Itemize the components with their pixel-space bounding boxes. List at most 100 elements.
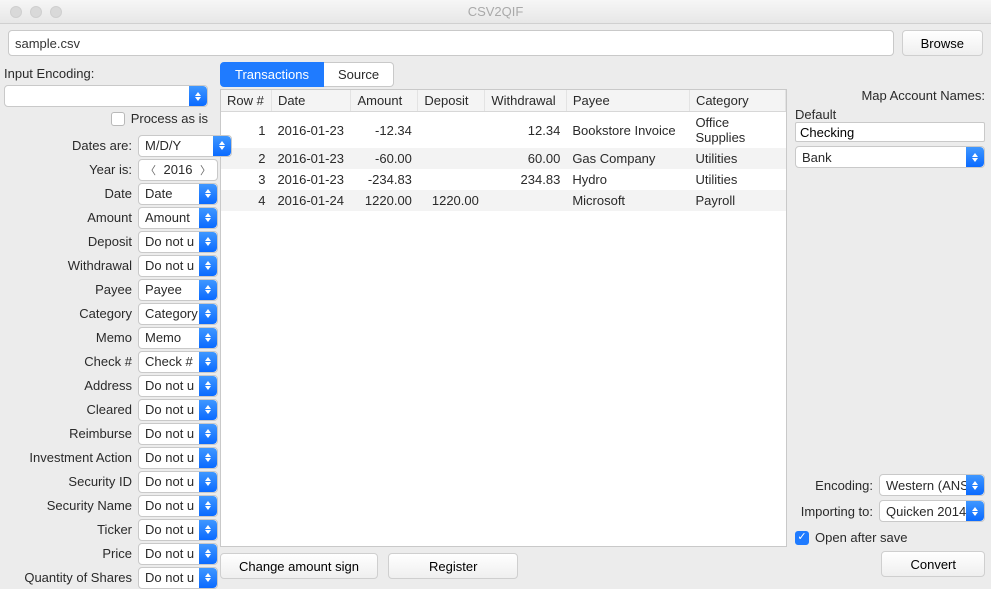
field-label: Address (4, 378, 132, 393)
field-select-withdrawal[interactable]: Do not u (138, 255, 218, 277)
col-category[interactable]: Category (689, 90, 785, 112)
select-arrow-icon (199, 400, 217, 420)
register-button[interactable]: Register (388, 553, 518, 579)
right-panel: Map Account Names: Default Bank Encoding… (791, 62, 991, 581)
select-arrow-icon (199, 304, 217, 324)
field-label: Date (4, 186, 132, 201)
default-label: Default (795, 107, 985, 122)
field-select-quantity-of-shares[interactable]: Do not u (138, 567, 218, 589)
titlebar: CSV2QIF (0, 0, 991, 24)
select-arrow-icon (199, 208, 217, 228)
file-row: Browse (0, 24, 991, 62)
select-arrow-icon (199, 280, 217, 300)
dates-are-label: Dates are: (4, 138, 132, 153)
left-panel: Input Encoding: Process as is Dates are:… (0, 62, 216, 581)
app-title: CSV2QIF (0, 4, 991, 19)
field-select-investment-action[interactable]: Do not u (138, 447, 218, 469)
select-arrow-icon (966, 501, 984, 521)
tabs: Transactions Source (220, 62, 787, 87)
importing-to-select[interactable]: Quicken 2014 (879, 500, 985, 522)
chevron-right-icon[interactable]: 〉 (198, 162, 213, 178)
select-arrow-icon (966, 475, 984, 495)
field-label: Reimburse (4, 426, 132, 441)
field-select-address[interactable]: Do not u (138, 375, 218, 397)
select-arrow-icon (189, 86, 207, 106)
field-select-date[interactable]: Date (138, 183, 218, 205)
table-row[interactable]: 22016-01-23-60.0060.00Gas CompanyUtiliti… (221, 148, 786, 169)
input-encoding-label: Input Encoding: (4, 66, 216, 81)
field-select-amount[interactable]: Amount (138, 207, 218, 229)
chevron-left-icon[interactable]: 〈 (143, 162, 158, 178)
field-select-payee[interactable]: Payee (138, 279, 218, 301)
tab-source[interactable]: Source (324, 62, 394, 87)
output-encoding-select[interactable]: Western (ANS (879, 474, 985, 496)
select-arrow-icon (199, 256, 217, 276)
process-as-is-checkbox[interactable]: Process as is (111, 111, 208, 126)
year-is-label: Year is: (4, 162, 132, 177)
select-arrow-icon (213, 136, 231, 156)
field-select-security-name[interactable]: Do not u (138, 495, 218, 517)
field-select-memo[interactable]: Memo (138, 327, 218, 349)
field-label: Quantity of Shares (4, 570, 132, 585)
select-arrow-icon (199, 520, 217, 540)
input-encoding-select[interactable] (4, 85, 208, 107)
center-panel: Transactions Source Row #DateAmountDepos… (216, 62, 791, 581)
field-label: Deposit (4, 234, 132, 249)
year-value: 2016 (164, 162, 193, 177)
field-select-check-[interactable]: Check # (138, 351, 218, 373)
select-arrow-icon (199, 544, 217, 564)
col-withdrawal[interactable]: Withdrawal (485, 90, 566, 112)
field-label: Investment Action (4, 450, 132, 465)
browse-button[interactable]: Browse (902, 30, 983, 56)
select-arrow-icon (966, 147, 984, 167)
process-as-is-label: Process as is (131, 111, 208, 126)
tab-transactions[interactable]: Transactions (220, 62, 324, 87)
year-stepper[interactable]: 〈 2016 〉 (138, 159, 218, 181)
select-arrow-icon (199, 232, 217, 252)
table-row[interactable]: 32016-01-23-234.83234.83HydroUtilities (221, 169, 786, 190)
field-label: Memo (4, 330, 132, 345)
field-label: Amount (4, 210, 132, 225)
select-arrow-icon (199, 472, 217, 492)
transactions-table-wrap: Row #DateAmountDepositWithdrawalPayeeCat… (220, 89, 787, 547)
col-amount[interactable]: Amount (351, 90, 418, 112)
map-account-names-label: Map Account Names: (795, 88, 985, 103)
field-select-category[interactable]: Category (138, 303, 218, 325)
field-select-cleared[interactable]: Do not u (138, 399, 218, 421)
convert-button[interactable]: Convert (881, 551, 985, 577)
col-payee[interactable]: Payee (566, 90, 689, 112)
field-label: Payee (4, 282, 132, 297)
select-arrow-icon (199, 496, 217, 516)
field-label: Cleared (4, 402, 132, 417)
change-amount-sign-button[interactable]: Change amount sign (220, 553, 378, 579)
open-after-save-label: Open after save (815, 530, 908, 545)
select-arrow-icon (199, 352, 217, 372)
account-type-select[interactable]: Bank (795, 146, 985, 168)
col-deposit[interactable]: Deposit (418, 90, 485, 112)
select-arrow-icon (199, 568, 217, 588)
field-select-price[interactable]: Do not u (138, 543, 218, 565)
col-row-[interactable]: Row # (221, 90, 271, 112)
dates-are-select[interactable]: M/D/Y (138, 135, 232, 157)
field-label: Withdrawal (4, 258, 132, 273)
table-row[interactable]: 42016-01-241220.001220.00MicrosoftPayrol… (221, 190, 786, 211)
field-label: Check # (4, 354, 132, 369)
encoding-label: Encoding: (795, 478, 873, 493)
account-name-input[interactable] (795, 122, 985, 142)
field-select-deposit[interactable]: Do not u (138, 231, 218, 253)
field-select-reimburse[interactable]: Do not u (138, 423, 218, 445)
table-row[interactable]: 12016-01-23-12.3412.34Bookstore InvoiceO… (221, 112, 786, 149)
file-path-input[interactable] (8, 30, 894, 56)
field-label: Security Name (4, 498, 132, 513)
transactions-table: Row #DateAmountDepositWithdrawalPayeeCat… (221, 90, 786, 211)
select-arrow-icon (199, 424, 217, 444)
field-label: Category (4, 306, 132, 321)
select-arrow-icon (199, 448, 217, 468)
field-label: Ticker (4, 522, 132, 537)
importing-to-label: Importing to: (795, 504, 873, 519)
col-date[interactable]: Date (271, 90, 351, 112)
field-select-ticker[interactable]: Do not u (138, 519, 218, 541)
open-after-save-checkbox[interactable]: Open after save (795, 530, 908, 545)
field-select-security-id[interactable]: Do not u (138, 471, 218, 493)
field-label: Security ID (4, 474, 132, 489)
